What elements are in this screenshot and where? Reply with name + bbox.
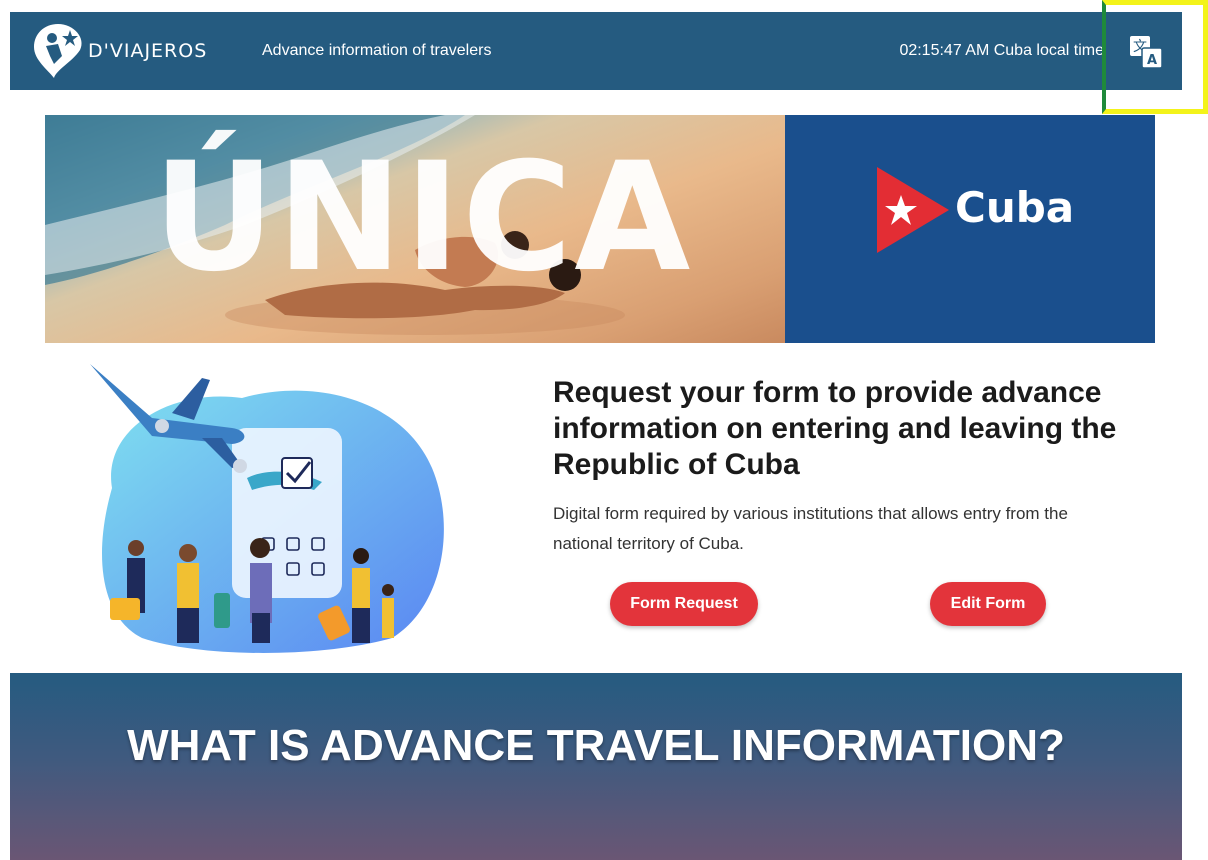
info-section-title: WHAT IS ADVANCE TRAVEL INFORMATION? [127, 721, 1065, 770]
dviajeros-logo-icon[interactable] [28, 20, 88, 80]
hero-description: Digital form required by various institu… [553, 504, 1068, 553]
translate-icon[interactable]: 文 A [1128, 34, 1164, 70]
info-section: WHAT IS ADVANCE TRAVEL INFORMATION? [10, 673, 1182, 860]
hero-title: Request your form to provide advance inf… [553, 376, 1117, 481]
header-subtitle: Advance information of travelers [262, 42, 492, 59]
country-name: Cuba [955, 183, 1075, 232]
cuba-brand-panel: Cuba [785, 115, 1155, 343]
brand-name[interactable]: D'VIAJEROS [88, 40, 207, 62]
local-time-clock: 02:15:47 AM Cuba local time [899, 42, 1104, 59]
travelers-illustration [90, 364, 444, 653]
banner-headline: ÚNICA [153, 131, 693, 305]
svg-text:A: A [1147, 53, 1157, 68]
edit-form-button[interactable]: Edit Form [930, 582, 1046, 626]
form-request-button[interactable]: Form Request [610, 582, 758, 626]
top-header-bar: D'VIAJEROS Advance information of travel… [10, 12, 1182, 90]
promo-banner[interactable]: ÚNICA Cuba [45, 115, 1155, 343]
cuba-flag-icon [877, 167, 949, 253]
